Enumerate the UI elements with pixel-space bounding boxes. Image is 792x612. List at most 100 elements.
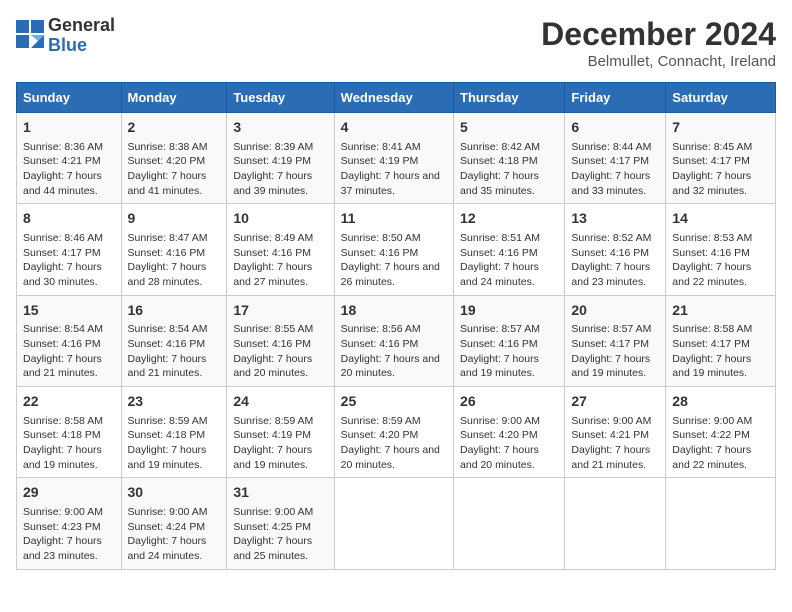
day-number: 19 [460, 301, 558, 321]
day-cell: 24Sunrise: 8:59 AMSunset: 4:19 PMDayligh… [227, 387, 334, 478]
day-detail: Sunrise: 8:58 AMSunset: 4:17 PMDaylight:… [672, 322, 769, 381]
day-detail: Sunrise: 8:54 AMSunset: 4:16 PMDaylight:… [23, 322, 115, 381]
day-cell: 25Sunrise: 8:59 AMSunset: 4:20 PMDayligh… [334, 387, 453, 478]
day-detail: Sunrise: 8:49 AMSunset: 4:16 PMDaylight:… [233, 231, 327, 290]
day-number: 21 [672, 301, 769, 321]
day-cell: 20Sunrise: 8:57 AMSunset: 4:17 PMDayligh… [565, 295, 666, 386]
day-cell: 14Sunrise: 8:53 AMSunset: 4:16 PMDayligh… [666, 204, 776, 295]
day-number: 31 [233, 483, 327, 503]
day-cell: 27Sunrise: 9:00 AMSunset: 4:21 PMDayligh… [565, 387, 666, 478]
day-cell: 9Sunrise: 8:47 AMSunset: 4:16 PMDaylight… [121, 204, 227, 295]
day-detail: Sunrise: 8:56 AMSunset: 4:16 PMDaylight:… [341, 322, 447, 381]
day-cell: 15Sunrise: 8:54 AMSunset: 4:16 PMDayligh… [17, 295, 122, 386]
day-number: 10 [233, 209, 327, 229]
logo-text: General Blue [48, 16, 115, 56]
day-detail: Sunrise: 8:42 AMSunset: 4:18 PMDaylight:… [460, 140, 558, 199]
day-cell [334, 478, 453, 569]
day-detail: Sunrise: 8:57 AMSunset: 4:17 PMDaylight:… [571, 322, 659, 381]
week-row-3: 15Sunrise: 8:54 AMSunset: 4:16 PMDayligh… [17, 295, 776, 386]
day-number: 2 [128, 118, 221, 138]
day-cell: 5Sunrise: 8:42 AMSunset: 4:18 PMDaylight… [454, 113, 565, 204]
day-number: 1 [23, 118, 115, 138]
day-number: 3 [233, 118, 327, 138]
day-number: 18 [341, 301, 447, 321]
calendar-body: 1Sunrise: 8:36 AMSunset: 4:21 PMDaylight… [17, 113, 776, 570]
day-detail: Sunrise: 8:51 AMSunset: 4:16 PMDaylight:… [460, 231, 558, 290]
day-cell: 7Sunrise: 8:45 AMSunset: 4:17 PMDaylight… [666, 113, 776, 204]
day-cell: 30Sunrise: 9:00 AMSunset: 4:24 PMDayligh… [121, 478, 227, 569]
logo-blue: Blue [48, 36, 115, 56]
day-number: 8 [23, 209, 115, 229]
page-header: General Blue December 2024 Belmullet, Co… [16, 16, 776, 70]
day-number: 14 [672, 209, 769, 229]
day-detail: Sunrise: 8:54 AMSunset: 4:16 PMDaylight:… [128, 322, 221, 381]
day-number: 23 [128, 392, 221, 412]
day-detail: Sunrise: 8:39 AMSunset: 4:19 PMDaylight:… [233, 140, 327, 199]
day-detail: Sunrise: 8:46 AMSunset: 4:17 PMDaylight:… [23, 231, 115, 290]
day-detail: Sunrise: 8:41 AMSunset: 4:19 PMDaylight:… [341, 140, 447, 199]
day-number: 29 [23, 483, 115, 503]
day-detail: Sunrise: 9:00 AMSunset: 4:21 PMDaylight:… [571, 414, 659, 473]
calendar-table: SundayMondayTuesdayWednesdayThursdayFrid… [16, 82, 776, 570]
day-number: 26 [460, 392, 558, 412]
day-cell [454, 478, 565, 569]
day-number: 12 [460, 209, 558, 229]
day-cell: 11Sunrise: 8:50 AMSunset: 4:16 PMDayligh… [334, 204, 453, 295]
week-row-1: 1Sunrise: 8:36 AMSunset: 4:21 PMDaylight… [17, 113, 776, 204]
day-number: 24 [233, 392, 327, 412]
day-detail: Sunrise: 8:59 AMSunset: 4:19 PMDaylight:… [233, 414, 327, 473]
day-number: 20 [571, 301, 659, 321]
day-cell: 8Sunrise: 8:46 AMSunset: 4:17 PMDaylight… [17, 204, 122, 295]
day-number: 17 [233, 301, 327, 321]
day-cell: 19Sunrise: 8:57 AMSunset: 4:16 PMDayligh… [454, 295, 565, 386]
day-cell: 21Sunrise: 8:58 AMSunset: 4:17 PMDayligh… [666, 295, 776, 386]
day-number: 15 [23, 301, 115, 321]
header-cell-saturday: Saturday [666, 83, 776, 113]
day-cell: 10Sunrise: 8:49 AMSunset: 4:16 PMDayligh… [227, 204, 334, 295]
day-detail: Sunrise: 9:00 AMSunset: 4:24 PMDaylight:… [128, 505, 221, 564]
week-row-2: 8Sunrise: 8:46 AMSunset: 4:17 PMDaylight… [17, 204, 776, 295]
day-cell [565, 478, 666, 569]
day-cell: 31Sunrise: 9:00 AMSunset: 4:25 PMDayligh… [227, 478, 334, 569]
day-number: 30 [128, 483, 221, 503]
day-detail: Sunrise: 8:38 AMSunset: 4:20 PMDaylight:… [128, 140, 221, 199]
day-cell: 28Sunrise: 9:00 AMSunset: 4:22 PMDayligh… [666, 387, 776, 478]
day-number: 16 [128, 301, 221, 321]
day-cell: 18Sunrise: 8:56 AMSunset: 4:16 PMDayligh… [334, 295, 453, 386]
day-detail: Sunrise: 8:55 AMSunset: 4:16 PMDaylight:… [233, 322, 327, 381]
logo: General Blue [16, 16, 115, 56]
day-number: 9 [128, 209, 221, 229]
day-detail: Sunrise: 9:00 AMSunset: 4:20 PMDaylight:… [460, 414, 558, 473]
day-number: 4 [341, 118, 447, 138]
day-cell: 4Sunrise: 8:41 AMSunset: 4:19 PMDaylight… [334, 113, 453, 204]
day-cell: 16Sunrise: 8:54 AMSunset: 4:16 PMDayligh… [121, 295, 227, 386]
day-detail: Sunrise: 8:59 AMSunset: 4:18 PMDaylight:… [128, 414, 221, 473]
day-cell: 26Sunrise: 9:00 AMSunset: 4:20 PMDayligh… [454, 387, 565, 478]
day-cell: 13Sunrise: 8:52 AMSunset: 4:16 PMDayligh… [565, 204, 666, 295]
header-cell-wednesday: Wednesday [334, 83, 453, 113]
day-number: 11 [341, 209, 447, 229]
day-detail: Sunrise: 9:00 AMSunset: 4:25 PMDaylight:… [233, 505, 327, 564]
header-cell-monday: Monday [121, 83, 227, 113]
header-cell-friday: Friday [565, 83, 666, 113]
day-number: 7 [672, 118, 769, 138]
main-title: December 2024 [541, 16, 776, 53]
day-detail: Sunrise: 8:57 AMSunset: 4:16 PMDaylight:… [460, 322, 558, 381]
week-row-4: 22Sunrise: 8:58 AMSunset: 4:18 PMDayligh… [17, 387, 776, 478]
day-detail: Sunrise: 9:00 AMSunset: 4:23 PMDaylight:… [23, 505, 115, 564]
day-detail: Sunrise: 9:00 AMSunset: 4:22 PMDaylight:… [672, 414, 769, 473]
day-detail: Sunrise: 8:44 AMSunset: 4:17 PMDaylight:… [571, 140, 659, 199]
header-row: SundayMondayTuesdayWednesdayThursdayFrid… [17, 83, 776, 113]
header-cell-thursday: Thursday [454, 83, 565, 113]
day-number: 5 [460, 118, 558, 138]
day-cell: 29Sunrise: 9:00 AMSunset: 4:23 PMDayligh… [17, 478, 122, 569]
week-row-5: 29Sunrise: 9:00 AMSunset: 4:23 PMDayligh… [17, 478, 776, 569]
day-cell: 1Sunrise: 8:36 AMSunset: 4:21 PMDaylight… [17, 113, 122, 204]
day-detail: Sunrise: 8:52 AMSunset: 4:16 PMDaylight:… [571, 231, 659, 290]
day-cell: 17Sunrise: 8:55 AMSunset: 4:16 PMDayligh… [227, 295, 334, 386]
subtitle: Belmullet, Connacht, Ireland [541, 53, 776, 70]
day-detail: Sunrise: 8:58 AMSunset: 4:18 PMDaylight:… [23, 414, 115, 473]
day-cell: 12Sunrise: 8:51 AMSunset: 4:16 PMDayligh… [454, 204, 565, 295]
header-cell-tuesday: Tuesday [227, 83, 334, 113]
day-detail: Sunrise: 8:45 AMSunset: 4:17 PMDaylight:… [672, 140, 769, 199]
